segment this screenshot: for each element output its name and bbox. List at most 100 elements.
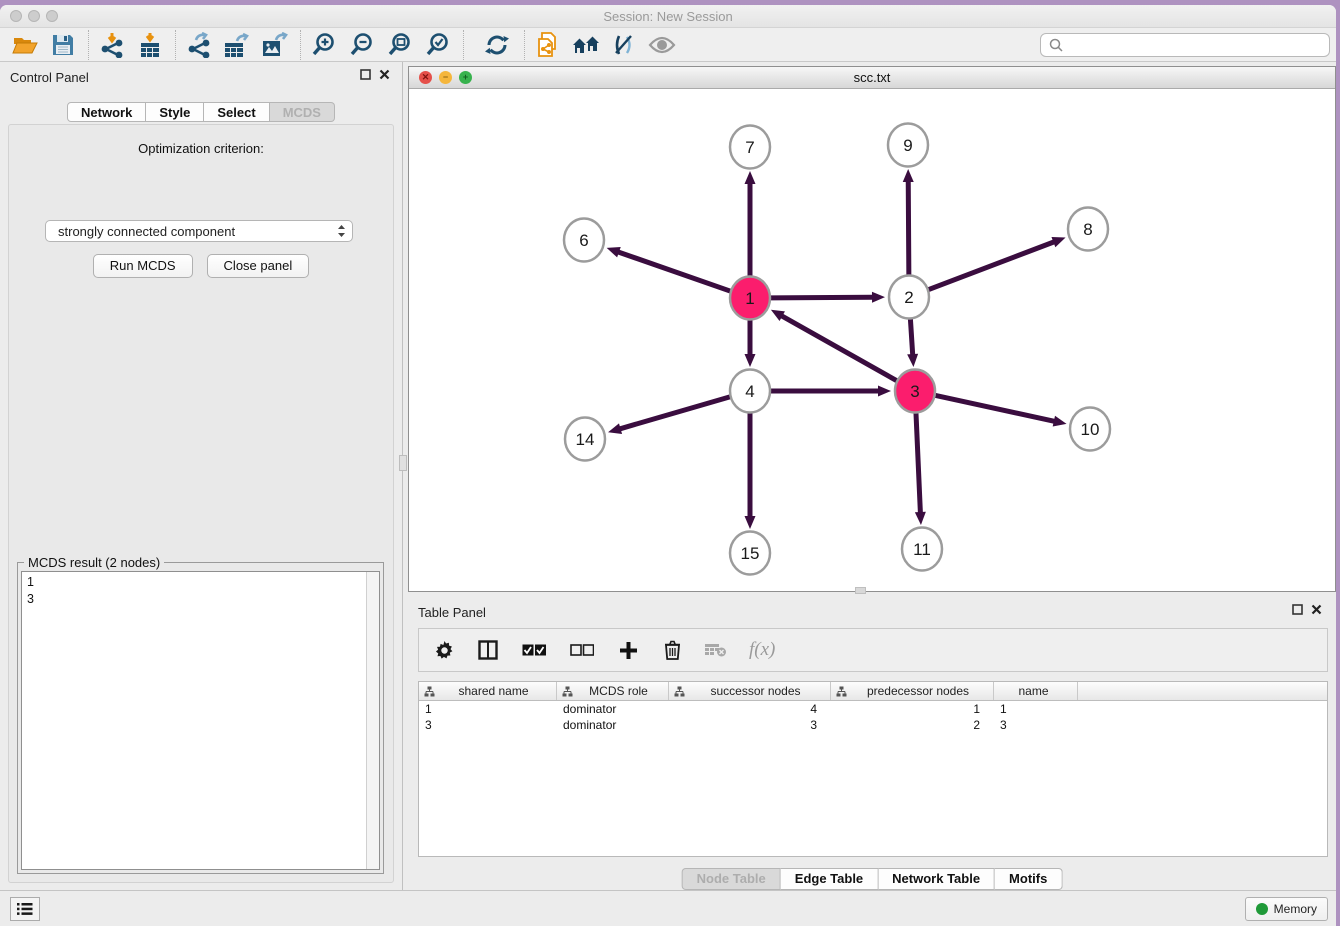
- column-header-predecessor-nodes[interactable]: predecessor nodes: [831, 682, 994, 700]
- edge-3-11[interactable]: [916, 412, 920, 512]
- search-input[interactable]: [1064, 35, 1329, 55]
- table-cell[interactable]: 1: [994, 701, 1078, 717]
- edge-arrow-2-8: [1051, 237, 1065, 247]
- new-network-from-selection-icon[interactable]: [533, 31, 563, 59]
- graph-node-8[interactable]: 8: [1068, 208, 1108, 251]
- edge-2-8[interactable]: [929, 242, 1054, 289]
- edge-1-2[interactable]: [771, 297, 872, 298]
- table-row[interactable]: 1dominator411: [419, 701, 1327, 717]
- edge-1-6[interactable]: [619, 252, 730, 291]
- graph-node-9[interactable]: 9: [888, 124, 928, 167]
- edge-arrow-4-14: [608, 423, 622, 434]
- close-table-panel-icon[interactable]: [1311, 604, 1322, 615]
- float-table-panel-icon[interactable]: [1292, 604, 1303, 615]
- zoom-selected-icon[interactable]: [423, 31, 453, 59]
- graph-node-6[interactable]: 6: [564, 219, 604, 262]
- table-tabs: Node TableEdge TableNetwork TableMotifs: [682, 868, 1063, 890]
- tab-style[interactable]: Style: [146, 102, 204, 122]
- edge-2-9[interactable]: [908, 182, 909, 276]
- deselect-all-checkboxes-icon[interactable]: [569, 639, 595, 661]
- graph-node-3[interactable]: 3: [895, 370, 935, 413]
- splitter-grip[interactable]: [399, 455, 407, 471]
- run-mcds-button[interactable]: Run MCDS: [93, 254, 193, 278]
- zoom-out-icon[interactable]: [347, 31, 377, 59]
- float-panel-icon[interactable]: [360, 69, 371, 80]
- table-cell[interactable]: 1: [831, 701, 994, 717]
- column-layout-icon[interactable]: [477, 639, 499, 661]
- tab-edge-table[interactable]: Edge Table: [781, 868, 878, 890]
- task-history-button[interactable]: [10, 897, 40, 921]
- criterion-select[interactable]: strongly connected component: [45, 220, 353, 242]
- import-table-icon[interactable]: [135, 31, 165, 59]
- column-header-successor-nodes[interactable]: successor nodes: [669, 682, 831, 700]
- save-session-icon[interactable]: [48, 31, 78, 59]
- zoom-in-icon[interactable]: [309, 31, 339, 59]
- result-scrollbar[interactable]: [366, 572, 379, 869]
- edge-4-14[interactable]: [621, 397, 730, 429]
- table-cell[interactable]: 3: [419, 717, 557, 733]
- tab-network-table[interactable]: Network Table: [878, 868, 995, 890]
- mcds-panel: Optimization criterion: strongly connect…: [8, 124, 394, 883]
- graph-node-1[interactable]: 1: [730, 277, 770, 320]
- select-all-checkboxes-icon[interactable]: [521, 639, 547, 661]
- export-image-icon[interactable]: [260, 31, 290, 59]
- close-panel-icon[interactable]: [379, 69, 390, 80]
- export-table-icon[interactable]: [222, 31, 252, 59]
- result-line: 1: [27, 574, 363, 591]
- edge-arrow-3-10: [1053, 416, 1067, 427]
- edge-arrow-1-6: [607, 247, 621, 257]
- graph-node-10[interactable]: 10: [1070, 408, 1110, 451]
- edge-3-10[interactable]: [936, 395, 1054, 421]
- memory-button[interactable]: Memory: [1245, 897, 1328, 921]
- refresh-network-icon[interactable]: [482, 31, 512, 59]
- network-canvas[interactable]: 1 2 3 4 6 7 8 9 10 11 14 15: [409, 89, 1335, 591]
- node-table[interactable]: shared nameMCDS rolesuccessor nodesprede…: [418, 681, 1328, 857]
- export-network-icon[interactable]: [184, 31, 214, 59]
- table-cell[interactable]: dominator: [557, 717, 669, 733]
- graph-node-11[interactable]: 11: [902, 528, 942, 571]
- add-column-icon[interactable]: [617, 639, 639, 661]
- settings-gear-icon[interactable]: [433, 639, 455, 661]
- table-cell[interactable]: 3: [994, 717, 1078, 733]
- edge-arrow-2-3: [907, 354, 918, 367]
- tab-motifs[interactable]: Motifs: [995, 868, 1062, 890]
- table-panel: Table Panel: [408, 596, 1336, 890]
- graph-node-14[interactable]: 14: [565, 418, 605, 461]
- table-cell[interactable]: 3: [669, 717, 831, 733]
- tab-network[interactable]: Network: [67, 102, 146, 122]
- status-bar: Memory: [0, 890, 1336, 926]
- table-cell[interactable]: 1: [419, 701, 557, 717]
- edge-arrow-4-3: [878, 386, 891, 397]
- tab-node-table[interactable]: Node Table: [682, 868, 781, 890]
- vertical-splitter[interactable]: [402, 62, 407, 890]
- table-row[interactable]: 3dominator323: [419, 717, 1327, 733]
- zoom-fit-icon[interactable]: [385, 31, 415, 59]
- first-neighbors-icon[interactable]: [571, 31, 601, 59]
- search-box[interactable]: [1040, 33, 1330, 57]
- table-cell[interactable]: 4: [669, 701, 831, 717]
- open-session-icon[interactable]: [10, 31, 40, 59]
- tab-mcds[interactable]: MCDS: [270, 102, 335, 122]
- column-header-shared-name[interactable]: shared name: [419, 682, 557, 700]
- column-header-mcds-role[interactable]: MCDS role: [557, 682, 669, 700]
- mcds-result-group: MCDS result (2 nodes) 13: [17, 562, 384, 874]
- close-panel-button[interactable]: Close panel: [207, 254, 310, 278]
- delete-columns-icon[interactable]: [661, 639, 683, 661]
- graph-node-15[interactable]: 15: [730, 532, 770, 575]
- edge-2-3[interactable]: [910, 318, 912, 354]
- hide-graphics-details-icon[interactable]: [609, 31, 639, 59]
- table-cell[interactable]: dominator: [557, 701, 669, 717]
- column-header-name[interactable]: name: [994, 682, 1078, 700]
- control-tabs: NetworkStyleSelectMCDS: [0, 102, 402, 122]
- graph-node-4[interactable]: 4: [730, 370, 770, 413]
- horizontal-splitter-grip[interactable]: [855, 587, 866, 594]
- mcds-result-textarea[interactable]: 13: [21, 571, 380, 870]
- table-toolbar: f(x): [418, 628, 1328, 672]
- table-cell[interactable]: 2: [831, 717, 994, 733]
- graph-node-2[interactable]: 2: [889, 276, 929, 319]
- tab-select[interactable]: Select: [204, 102, 269, 122]
- graph-node-7[interactable]: 7: [730, 126, 770, 169]
- edge-3-1[interactable]: [782, 316, 896, 381]
- import-network-icon[interactable]: [97, 31, 127, 59]
- svg-text:1: 1: [745, 289, 754, 308]
